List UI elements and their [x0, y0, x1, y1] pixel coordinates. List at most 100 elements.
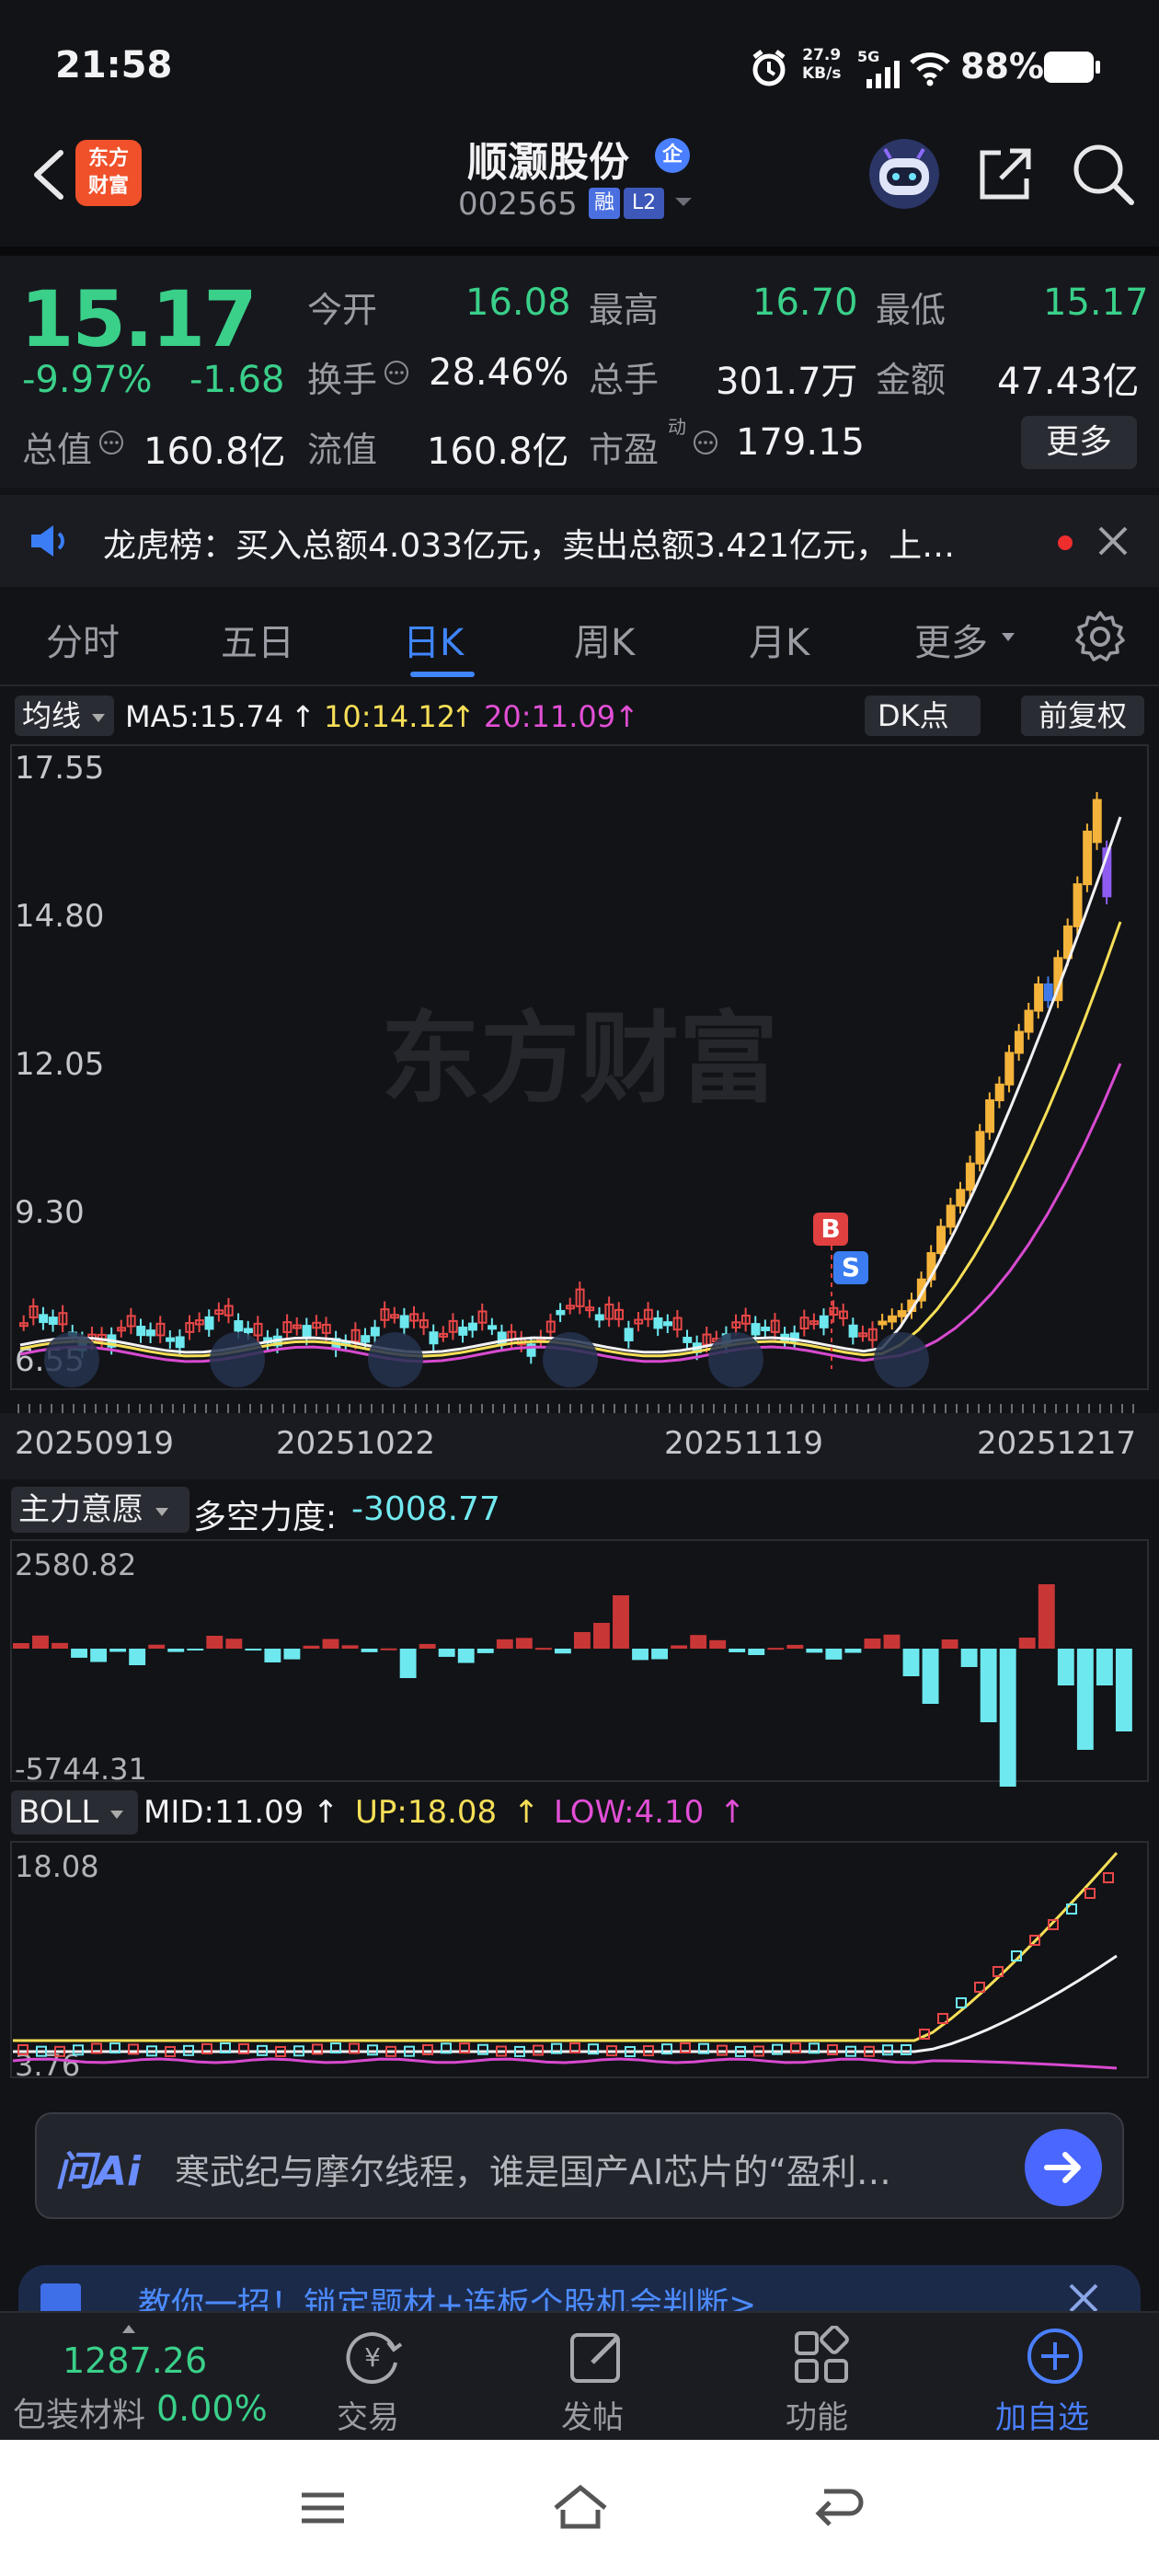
nav-post[interactable]: 发帖 [537, 2322, 657, 2436]
back-button[interactable] [18, 138, 83, 212]
last-price: 15.17 [20, 274, 258, 364]
kline-chart[interactable]: 东方财富 17.5514.8012.059.306.55 B S 2025091… [0, 743, 1159, 1479]
promo-strip[interactable]: 教你一招！锁定题材+连板个股机会判断> [18, 2265, 1141, 2311]
stock-title-group[interactable]: 顺灏股份 企 002565 融 L2 [442, 129, 717, 239]
high-value: 16.70 [752, 282, 858, 324]
more-button[interactable]: 更多 [1021, 416, 1137, 469]
system-nav-bar [0, 2440, 1159, 2576]
chart-settings-button[interactable] [1073, 609, 1128, 664]
pe-superscript: 动 [668, 416, 686, 438]
ai-robot-button[interactable] [866, 136, 942, 212]
capital-bar [129, 1649, 146, 1665]
battery-percent: 88% [960, 46, 1044, 86]
tab-daily-k[interactable]: 日K [403, 613, 464, 666]
capital-bar [613, 1595, 629, 1649]
boll-indicator-select[interactable]: BOLL [11, 1790, 138, 1834]
event-marker-6[interactable] [874, 1332, 929, 1387]
capital-indicator-select[interactable]: 主力意愿 [11, 1487, 189, 1533]
capital-bar [883, 1634, 901, 1649]
capital-bar [902, 1649, 920, 1676]
candle-body [653, 1317, 663, 1329]
promo-text: 教你一招！锁定题材+连板个股机会判断> [138, 2286, 757, 2311]
add-circle-icon [1027, 2329, 1083, 2384]
capital-bar [574, 1632, 591, 1649]
caret-down-icon [155, 1508, 168, 1516]
nav-functions[interactable]: 功能 [762, 2322, 881, 2436]
capital-bar [941, 1639, 958, 1649]
candle-body [370, 1327, 380, 1337]
menu-nav-button[interactable] [291, 2482, 355, 2534]
tab-five-day[interactable]: 五日 [221, 613, 294, 666]
ai-question-bar[interactable]: 问Ai 寒武纪与摩尔线程，谁是国产AI芯片的“盈利… [35, 2112, 1124, 2219]
event-marker-5[interactable] [708, 1332, 763, 1387]
change-percent: -9.97% [22, 359, 153, 401]
tab-more[interactable]: 更多 [914, 613, 988, 666]
event-marker-3[interactable] [368, 1332, 423, 1387]
capital-bar [515, 1638, 533, 1649]
event-marker-4[interactable] [543, 1332, 598, 1387]
menu-icon [302, 2492, 344, 2524]
sector-name: 包装材料 [13, 2397, 146, 2434]
event-marker-2[interactable] [210, 1332, 265, 1387]
capital-bar [1076, 1649, 1094, 1750]
adjust-forward-button[interactable]: 前复权 [1021, 696, 1144, 736]
search-button[interactable] [1071, 142, 1137, 208]
candle-body [458, 1326, 468, 1336]
capital-bar [690, 1635, 707, 1649]
sector-change: 0.00% [156, 2388, 268, 2429]
header-divider [0, 247, 1159, 256]
boll-chart-svg: 18.08 3.76 [10, 1841, 1149, 2081]
capital-bar [109, 1649, 127, 1652]
level2-badge: L2 [624, 188, 664, 219]
capital-bar [167, 1649, 185, 1652]
ai-submit-button[interactable] [1025, 2129, 1102, 2206]
tab-intraday[interactable]: 分时 [46, 613, 120, 666]
tab-weekly-k[interactable]: 周K [574, 613, 635, 666]
candle-body [1073, 883, 1083, 927]
notice-dot [1058, 535, 1073, 550]
turnover-label: 换手 [307, 360, 378, 400]
kline-y-label: 14.80 [15, 898, 104, 935]
tab-more-caret-icon [999, 627, 1017, 646]
status-time: 21:58 [55, 44, 173, 86]
sector-quote[interactable]: 1287.26 包装材料 0.00% [0, 2313, 276, 2442]
total-cap-value: 160.8亿 [143, 431, 286, 473]
margin-badge: 融 [589, 188, 620, 219]
ma-indicator-select[interactable]: 均线 [15, 696, 114, 736]
logo-text-top: 东方 [87, 147, 129, 170]
nav-trade[interactable]: ¥ 交易 [313, 2322, 432, 2436]
tabs-divider [0, 684, 1159, 686]
ma5-up-arrow: ↑ [291, 699, 316, 734]
total-cap-info-icon [98, 429, 125, 456]
gear-icon [1075, 611, 1125, 661]
grid-icon [795, 2326, 849, 2383]
capital-bar [245, 1649, 262, 1651]
pe-label: 市盈 [589, 430, 660, 470]
close-notice-button[interactable] [1093, 521, 1133, 561]
dk-point-button[interactable]: DK点 [865, 696, 981, 736]
notice-text: 龙虎榜：买入总额4.033亿元，卖出总额3.421亿元，上… [103, 527, 956, 565]
capital-bar [341, 1645, 359, 1649]
promo-icon [40, 2283, 81, 2311]
promo-close-button[interactable] [1065, 2280, 1102, 2311]
capital-bar [52, 1642, 68, 1649]
candle-body [1024, 1009, 1034, 1033]
capital-bar [1096, 1649, 1113, 1685]
event-marker-1[interactable] [44, 1332, 99, 1387]
boll-y-top: 18.08 [15, 1849, 99, 1884]
candle-body [488, 1325, 498, 1330]
back-nav-button[interactable] [806, 2480, 870, 2536]
home-nav-button[interactable] [548, 2478, 613, 2537]
nav-add-watchlist[interactable]: 加自选 [982, 2322, 1130, 2436]
notice-bar[interactable]: 龙虎榜：买入总额4.033亿元，卖出总额3.421亿元，上… [0, 495, 1159, 587]
boll-up-arrow: ↑ [513, 1794, 540, 1831]
share-icon [980, 148, 1031, 200]
candle-body [1014, 1030, 1024, 1054]
tab-monthly-k[interactable]: 月K [749, 613, 809, 666]
capital-bar [922, 1649, 939, 1704]
nav-functions-label: 功能 [786, 2399, 848, 2436]
capital-bar [476, 1649, 494, 1653]
nav-add-watchlist-label: 加自选 [995, 2399, 1089, 2436]
share-button[interactable] [973, 142, 1038, 206]
nav-trade-label: 交易 [337, 2399, 399, 2436]
